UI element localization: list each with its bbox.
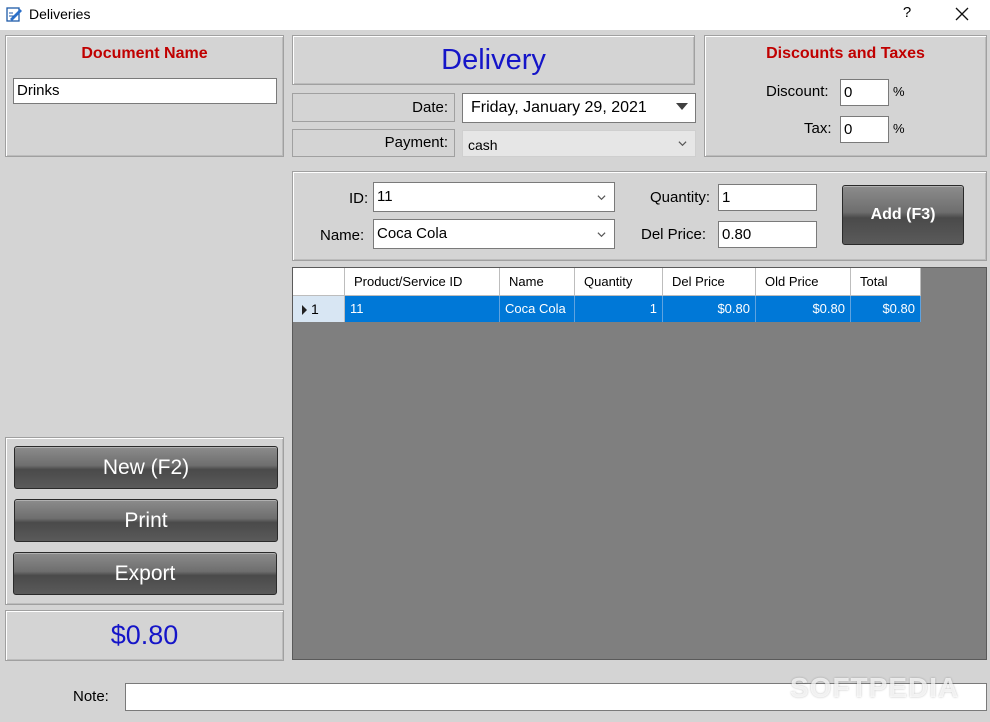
id-label: ID:: [349, 190, 369, 207]
cell-name[interactable]: Coca Cola: [500, 296, 575, 322]
column-header-old-price[interactable]: Old Price: [756, 268, 851, 296]
document-name-heading: Document Name: [81, 45, 208, 62]
softpedia-watermark: SOFTPEDIA: [790, 672, 960, 703]
document-name-input[interactable]: Drinks: [13, 78, 277, 104]
total-amount: $0.80: [110, 620, 179, 650]
discounts-heading: Discounts and Taxes: [766, 45, 925, 62]
name-value: Coca Cola: [377, 225, 448, 242]
date-label-box: Date:: [292, 93, 455, 122]
row-header[interactable]: 1: [293, 296, 345, 322]
item-entry-panel: ID: 11 Name: Coca Cola Quantity: 1 Del P…: [292, 171, 987, 261]
payment-label-box: Payment:: [292, 129, 455, 157]
print-button[interactable]: Print: [14, 499, 278, 542]
chevron-down-icon[interactable]: [678, 139, 687, 148]
tax-label: Tax:: [804, 120, 832, 137]
del-price-label: Del Price:: [641, 226, 707, 243]
name-combobox[interactable]: Coca Cola: [373, 219, 615, 249]
discount-percent: %: [893, 84, 905, 99]
discount-input[interactable]: 0: [840, 79, 889, 106]
cell-del-price[interactable]: $0.80: [663, 296, 756, 322]
cell-old-price[interactable]: $0.80: [756, 296, 851, 322]
payment-select[interactable]: cash: [462, 130, 696, 157]
discount-label: Discount:: [766, 83, 829, 100]
note-label: Note:: [73, 688, 109, 705]
cell-total[interactable]: $0.80: [851, 296, 921, 322]
total-panel: $0.80: [5, 610, 284, 661]
date-picker[interactable]: Friday, January 29, 2021: [462, 93, 696, 123]
cell-quantity[interactable]: 1: [575, 296, 663, 322]
name-label: Name:: [320, 227, 365, 244]
column-header-name[interactable]: Name: [500, 268, 575, 296]
close-icon[interactable]: [953, 5, 971, 23]
date-label: Date:: [412, 99, 448, 116]
quantity-input[interactable]: 1: [718, 184, 817, 211]
document-name-panel: Document Name Drinks: [5, 35, 284, 157]
help-button[interactable]: ?: [900, 4, 914, 21]
column-header-total[interactable]: Total: [851, 268, 921, 296]
column-header-product-id[interactable]: Product/Service ID: [345, 268, 500, 296]
column-header-quantity[interactable]: Quantity: [575, 268, 663, 296]
add-button[interactable]: Add (F3): [842, 185, 964, 245]
current-row-arrow-icon: [302, 305, 307, 315]
payment-value: cash: [468, 137, 498, 153]
row-number: 1: [311, 301, 319, 317]
actions-panel: New (F2) Print Export: [5, 437, 284, 605]
cell-product-id[interactable]: 11: [345, 296, 500, 322]
export-button[interactable]: Export: [13, 552, 277, 595]
del-price-input[interactable]: 0.80: [718, 221, 817, 248]
delivery-title-panel: Delivery: [292, 35, 695, 85]
chevron-down-icon[interactable]: [676, 103, 688, 110]
discounts-panel: Discounts and Taxes Discount: 0 % Tax: 0…: [704, 35, 987, 157]
title-bar: Deliveries ?: [0, 0, 990, 30]
column-header-del-price[interactable]: Del Price: [663, 268, 756, 296]
window-title: Deliveries: [29, 6, 91, 22]
tax-input[interactable]: 0: [840, 116, 889, 143]
id-combobox[interactable]: 11: [373, 182, 615, 212]
tax-percent: %: [893, 121, 905, 136]
items-grid[interactable]: Product/Service ID Name Quantity Del Pri…: [292, 267, 987, 660]
app-icon: [6, 7, 22, 22]
quantity-label: Quantity:: [650, 189, 711, 206]
chevron-down-icon[interactable]: [597, 230, 606, 239]
id-value: 11: [377, 188, 393, 205]
new-button[interactable]: New (F2): [14, 446, 278, 489]
date-value: Friday, January 29, 2021: [471, 99, 647, 116]
row-header-corner: [293, 268, 345, 296]
chevron-down-icon[interactable]: [597, 193, 606, 202]
delivery-heading: Delivery: [441, 44, 546, 76]
payment-label: Payment:: [384, 134, 448, 151]
